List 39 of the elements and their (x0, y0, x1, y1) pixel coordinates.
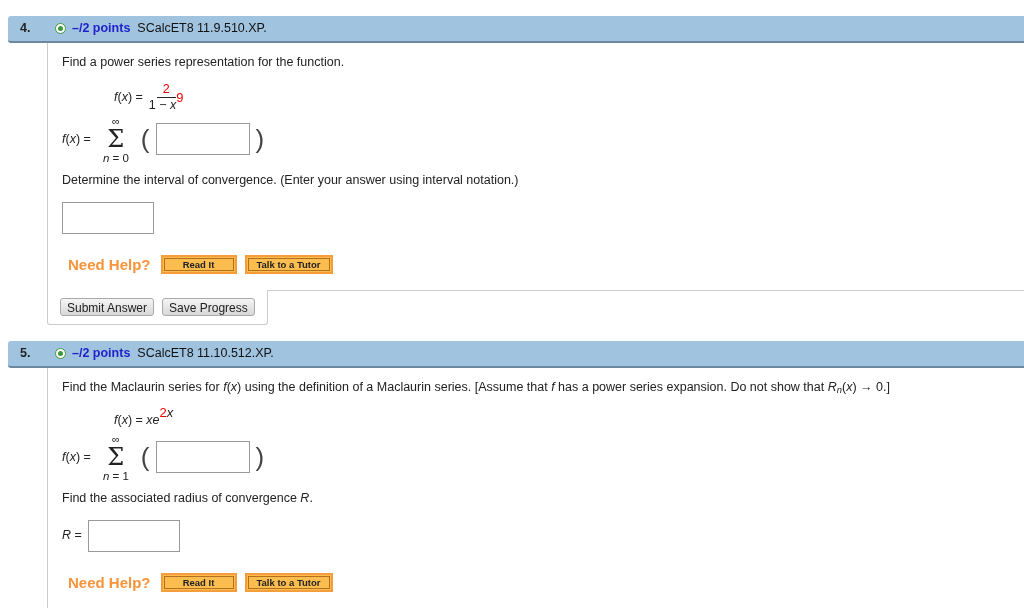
lower-limit: n = 0 (102, 150, 129, 165)
points-label: –/2 points (72, 20, 131, 38)
submit-button[interactable]: Save Progress (162, 298, 255, 316)
numerator: 2 (156, 81, 176, 98)
help-button[interactable]: Talk to a Tutor (244, 255, 333, 275)
function-label: f(x) = (62, 449, 91, 467)
question-number: 5. (19, 345, 32, 363)
question-number: 4. (19, 20, 32, 38)
expand-icon[interactable] (55, 23, 66, 34)
need-help-label: Need Help? (68, 254, 151, 275)
close-paren: ) (255, 125, 265, 152)
question-text: Find a power series representation for the function. (62, 54, 346, 71)
answer-field[interactable] (62, 201, 154, 234)
question-text: Find the Maclaurin series for f(x) using the definition of a Maclaurin series. [Assume that f has a power series expansion. Do not show that R$_{n}$(x) → 0.] (62, 379, 891, 397)
problem-code: SCalcET8 11.10.512.XP. (137, 345, 274, 363)
close-paren: ) (255, 443, 265, 470)
sigma-symbol: Σ (107, 126, 125, 151)
problem-code: SCalcET8 11.9.510.XP. (137, 20, 267, 38)
sigma-symbol: Σ (107, 444, 125, 469)
need-help-label: Need Help? (68, 572, 151, 593)
field-label: R = (62, 527, 82, 545)
answer-field[interactable] (155, 440, 250, 473)
function-label: f(x) = (114, 88, 143, 106)
expand-icon[interactable] (55, 348, 66, 359)
points-label: –/2 points (72, 345, 131, 363)
submit-button[interactable]: Submit Answer (60, 298, 155, 316)
upper-limit: ∞ (111, 432, 120, 445)
answer-field[interactable] (87, 519, 180, 552)
question-text: Find the associated radius of convergence R. (62, 489, 314, 507)
open-paren: ( (140, 125, 150, 152)
question-text: Determine the interval of convergence. (Enter your answer using interval notation.) (62, 171, 520, 189)
help-button[interactable]: Read It (160, 255, 237, 275)
open-paren: ( (140, 443, 150, 470)
help-button[interactable]: Read It (160, 573, 237, 593)
function-label: f(x) = (62, 131, 91, 149)
answer-field[interactable] (155, 122, 250, 155)
help-button[interactable]: Talk to a Tutor (244, 573, 333, 593)
lower-limit: n = 1 (102, 468, 129, 483)
upper-limit: ∞ (111, 114, 120, 127)
